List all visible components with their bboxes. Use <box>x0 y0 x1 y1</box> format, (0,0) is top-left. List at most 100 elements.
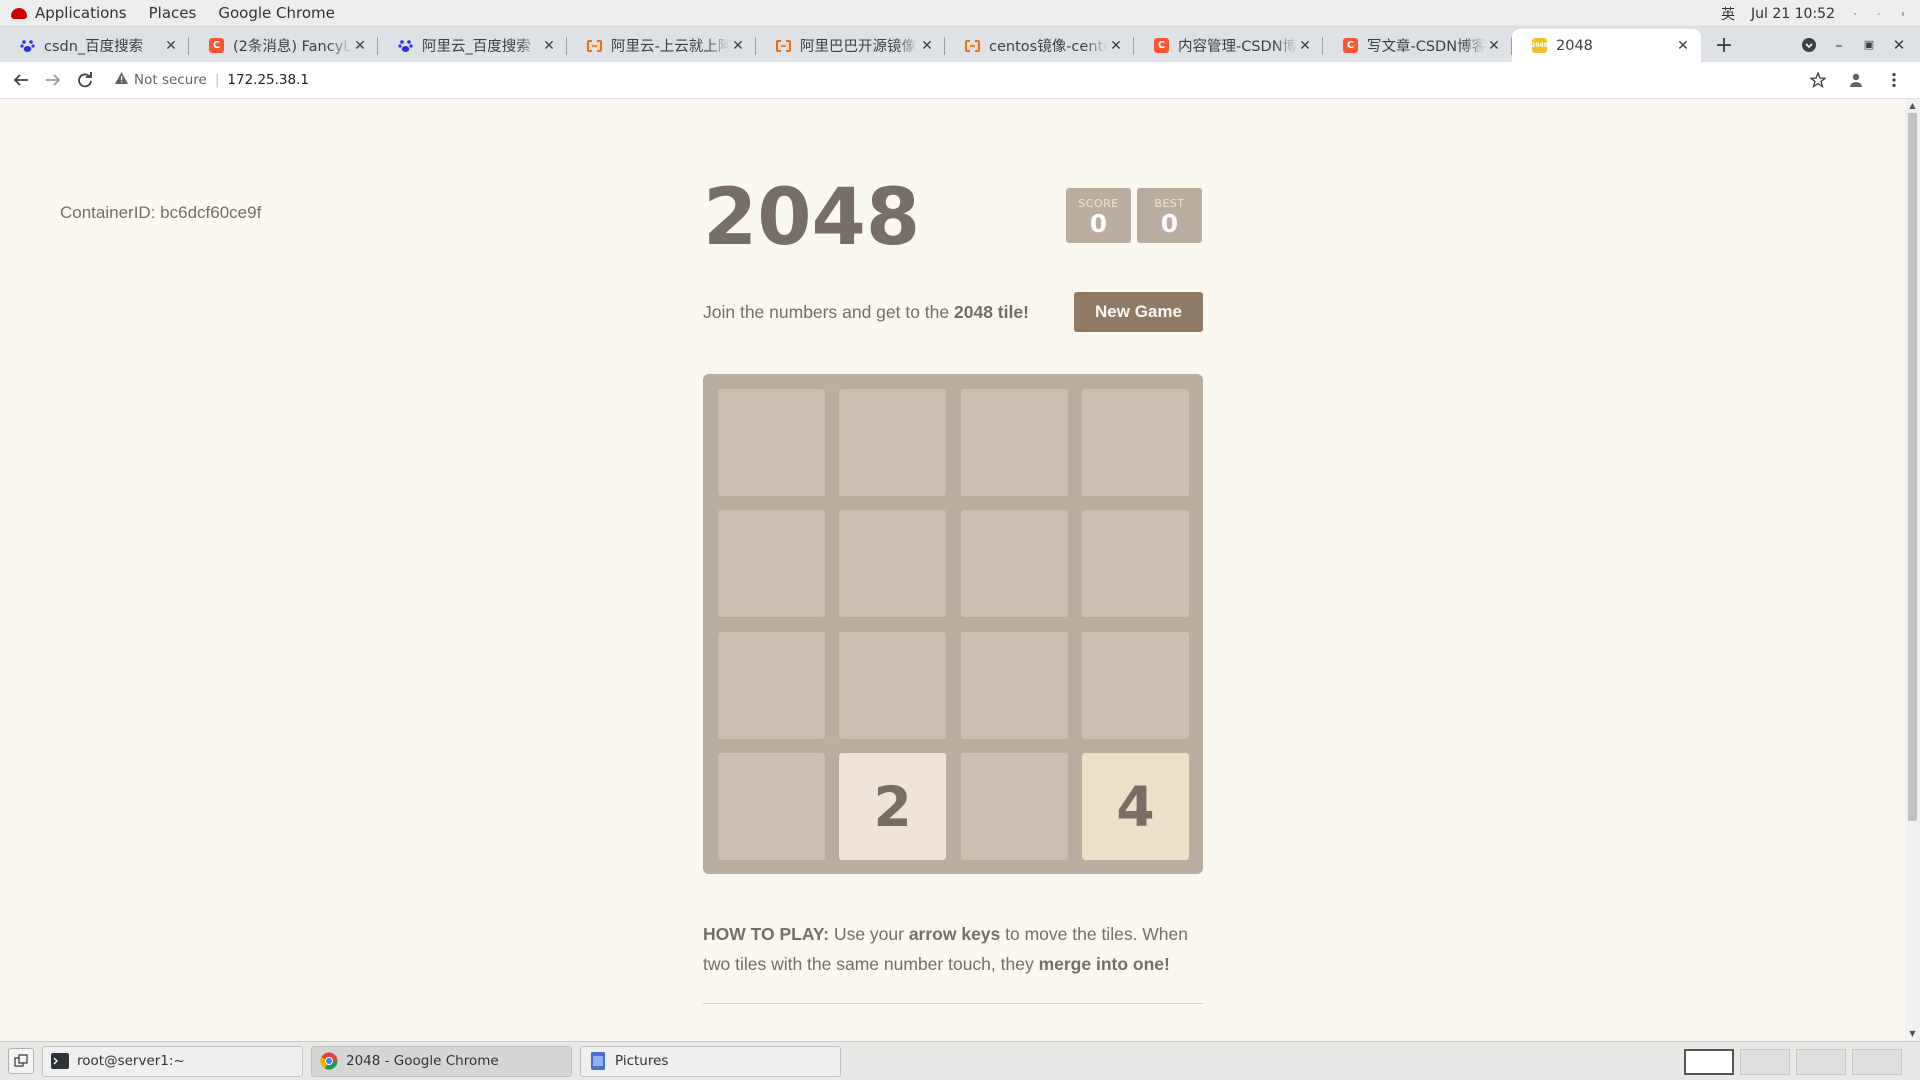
intro-text: Join the numbers and get to the <box>703 302 954 322</box>
new-game-button[interactable]: New Game <box>1074 292 1203 332</box>
grid-cell <box>717 631 825 739</box>
browser-tab[interactable]: centos镜像-centos ✕ <box>945 29 1134 62</box>
csdn-icon: C <box>1343 38 1358 53</box>
tab-title: centos镜像-centos <box>989 39 1108 55</box>
places-menu[interactable]: Places <box>138 0 208 27</box>
workspace-2[interactable] <box>1740 1049 1790 1075</box>
close-window-icon[interactable]: ✕ <box>1884 30 1914 60</box>
battery-icon[interactable] <box>1894 5 1912 23</box>
url-text[interactable]: 172.25.38.1 <box>227 72 309 88</box>
grid-cell <box>960 753 1068 860</box>
close-tab-icon[interactable]: ✕ <box>541 38 557 54</box>
forward-icon[interactable] <box>37 64 69 96</box>
back-icon[interactable] <box>5 64 37 96</box>
page-scrollbar[interactable]: ▲ ▼ <box>1905 99 1920 1041</box>
scroll-up-icon[interactable]: ▲ <box>1908 102 1917 110</box>
scrollbar-thumb[interactable] <box>1908 113 1917 821</box>
browser-tab[interactable]: csdn_百度搜索 ✕ <box>0 29 189 62</box>
volume-icon[interactable] <box>1870 5 1888 23</box>
browser-tab[interactable]: C 写文章-CSDN博客 ✕ <box>1323 29 1512 62</box>
close-tab-icon[interactable]: ✕ <box>1297 38 1313 54</box>
new-tab-button[interactable]: + <box>1709 30 1739 60</box>
tile: 2 <box>839 753 947 860</box>
redhat-logo-icon <box>11 7 27 19</box>
close-tab-icon[interactable]: ✕ <box>730 38 746 54</box>
app-menu[interactable]: Google Chrome <box>207 0 346 27</box>
scroll-down-icon[interactable]: ▼ <box>1908 1030 1917 1038</box>
browser-tab[interactable]: 阿里巴巴开源镜像 ✕ <box>756 29 945 62</box>
browser-tab[interactable]: 阿里云_百度搜索 ✕ <box>378 29 567 62</box>
workspace-3[interactable] <box>1796 1049 1846 1075</box>
game-2048-icon: 2048 <box>1531 38 1548 53</box>
maximize-icon[interactable]: ▣ <box>1854 30 1884 60</box>
browser-tab[interactable]: C (2条消息) FancyLl ✕ <box>189 29 378 62</box>
taskbar-window-button[interactable]: Pictures <box>580 1045 841 1077</box>
browser-tab[interactable]: 2048 2048 ✕ <box>1512 29 1701 62</box>
close-tab-icon[interactable]: ✕ <box>163 38 179 54</box>
browser-toolbar: Not secure | 172.25.38.1 <box>0 62 1920 99</box>
places-label: Places <box>148 4 197 22</box>
bookmark-star-icon[interactable] <box>1802 64 1834 96</box>
howto-bold-1: arrow keys <box>908 924 1001 944</box>
best-value: 0 <box>1160 209 1179 238</box>
page-viewport: ContainerID: bc6dcf60ce9f 2048 SCORE 0 B… <box>0 99 1905 1041</box>
workspace-4[interactable] <box>1852 1049 1902 1075</box>
tile: 4 <box>1082 753 1189 860</box>
taskbar-label: root@server1:~ <box>77 1053 185 1069</box>
clock[interactable]: Jul 21 10:52 <box>1743 6 1843 22</box>
grid-cell <box>1082 510 1189 618</box>
terminal-icon <box>51 1052 69 1070</box>
close-tab-icon[interactable]: ✕ <box>352 38 368 54</box>
howto-text-1: Use your <box>829 924 909 944</box>
chrome-icon <box>320 1052 338 1070</box>
tab-strip: csdn_百度搜索 ✕ C (2条消息) FancyLl ✕ 阿里云_百度搜索 ✕ 阿里云-上… <box>0 27 1920 62</box>
grid-cell <box>839 388 947 496</box>
score-box: SCORE 0 <box>1066 188 1131 243</box>
close-tab-icon[interactable]: ✕ <box>1108 38 1124 54</box>
game-title: 2048 <box>703 173 921 263</box>
wifi-icon[interactable] <box>1846 5 1864 23</box>
close-tab-icon[interactable]: ✕ <box>919 38 935 54</box>
taskbar-label: 2048 - Google Chrome <box>346 1053 499 1069</box>
reload-icon[interactable] <box>69 64 101 96</box>
grid-cell <box>960 510 1068 618</box>
close-tab-icon[interactable]: ✕ <box>1675 38 1691 54</box>
tab-title: csdn_百度搜索 <box>44 39 144 55</box>
grid-cell <box>839 510 947 618</box>
baidu-paw-icon <box>398 38 413 53</box>
show-desktop-icon[interactable] <box>8 1048 34 1074</box>
game-intro: Join the numbers and get to the 2048 til… <box>703 302 1029 323</box>
menu-kebab-icon[interactable] <box>1878 64 1910 96</box>
aliyun-icon <box>776 38 791 53</box>
input-method-indicator[interactable]: 英 <box>1713 4 1743 24</box>
grid-cell <box>1082 631 1189 739</box>
browser-tab[interactable]: 阿里云-上云就上阿 ✕ <box>567 29 756 62</box>
close-tab-icon[interactable]: ✕ <box>1486 38 1502 54</box>
address-separator: | <box>214 72 220 88</box>
security-label[interactable]: Not secure <box>134 72 207 88</box>
csdn-icon: C <box>1154 38 1169 53</box>
tab-title: 阿里巴巴开源镜像 <box>800 39 916 55</box>
tab-search-icon[interactable] <box>1794 30 1824 60</box>
workspace-1[interactable] <box>1684 1049 1734 1075</box>
taskbar-window-button[interactable]: 2048 - Google Chrome <box>311 1045 572 1077</box>
best-box: BEST 0 <box>1137 188 1202 243</box>
container-id-label: ContainerID: bc6dcf60ce9f <box>60 203 262 222</box>
folder-icon <box>589 1052 607 1070</box>
tab-title: 内容管理-CSDN博 <box>1178 39 1297 55</box>
browser-tab[interactable]: C 内容管理-CSDN博 ✕ <box>1134 29 1323 62</box>
grid-cell <box>960 388 1068 496</box>
howto-label: HOW TO PLAY: <box>703 924 830 944</box>
window-list-taskbar: root@server1:~ 2048 - Google Chrome Pictur… <box>0 1041 1920 1080</box>
taskbar-window-button[interactable]: root@server1:~ <box>42 1045 303 1077</box>
grid-cell <box>717 510 825 618</box>
divider <box>703 1003 1203 1004</box>
address-bar[interactable]: Not secure | 172.25.38.1 <box>107 65 1802 95</box>
applications-menu[interactable]: Applications <box>0 0 138 27</box>
tab-title: 阿里云_百度搜索 <box>422 39 531 55</box>
aliyun-icon <box>587 38 602 53</box>
profile-icon[interactable] <box>1840 64 1872 96</box>
game-board[interactable]: 24 <box>703 374 1203 874</box>
minimize-icon[interactable]: – <box>1824 30 1854 60</box>
warning-triangle-icon[interactable] <box>115 72 128 88</box>
